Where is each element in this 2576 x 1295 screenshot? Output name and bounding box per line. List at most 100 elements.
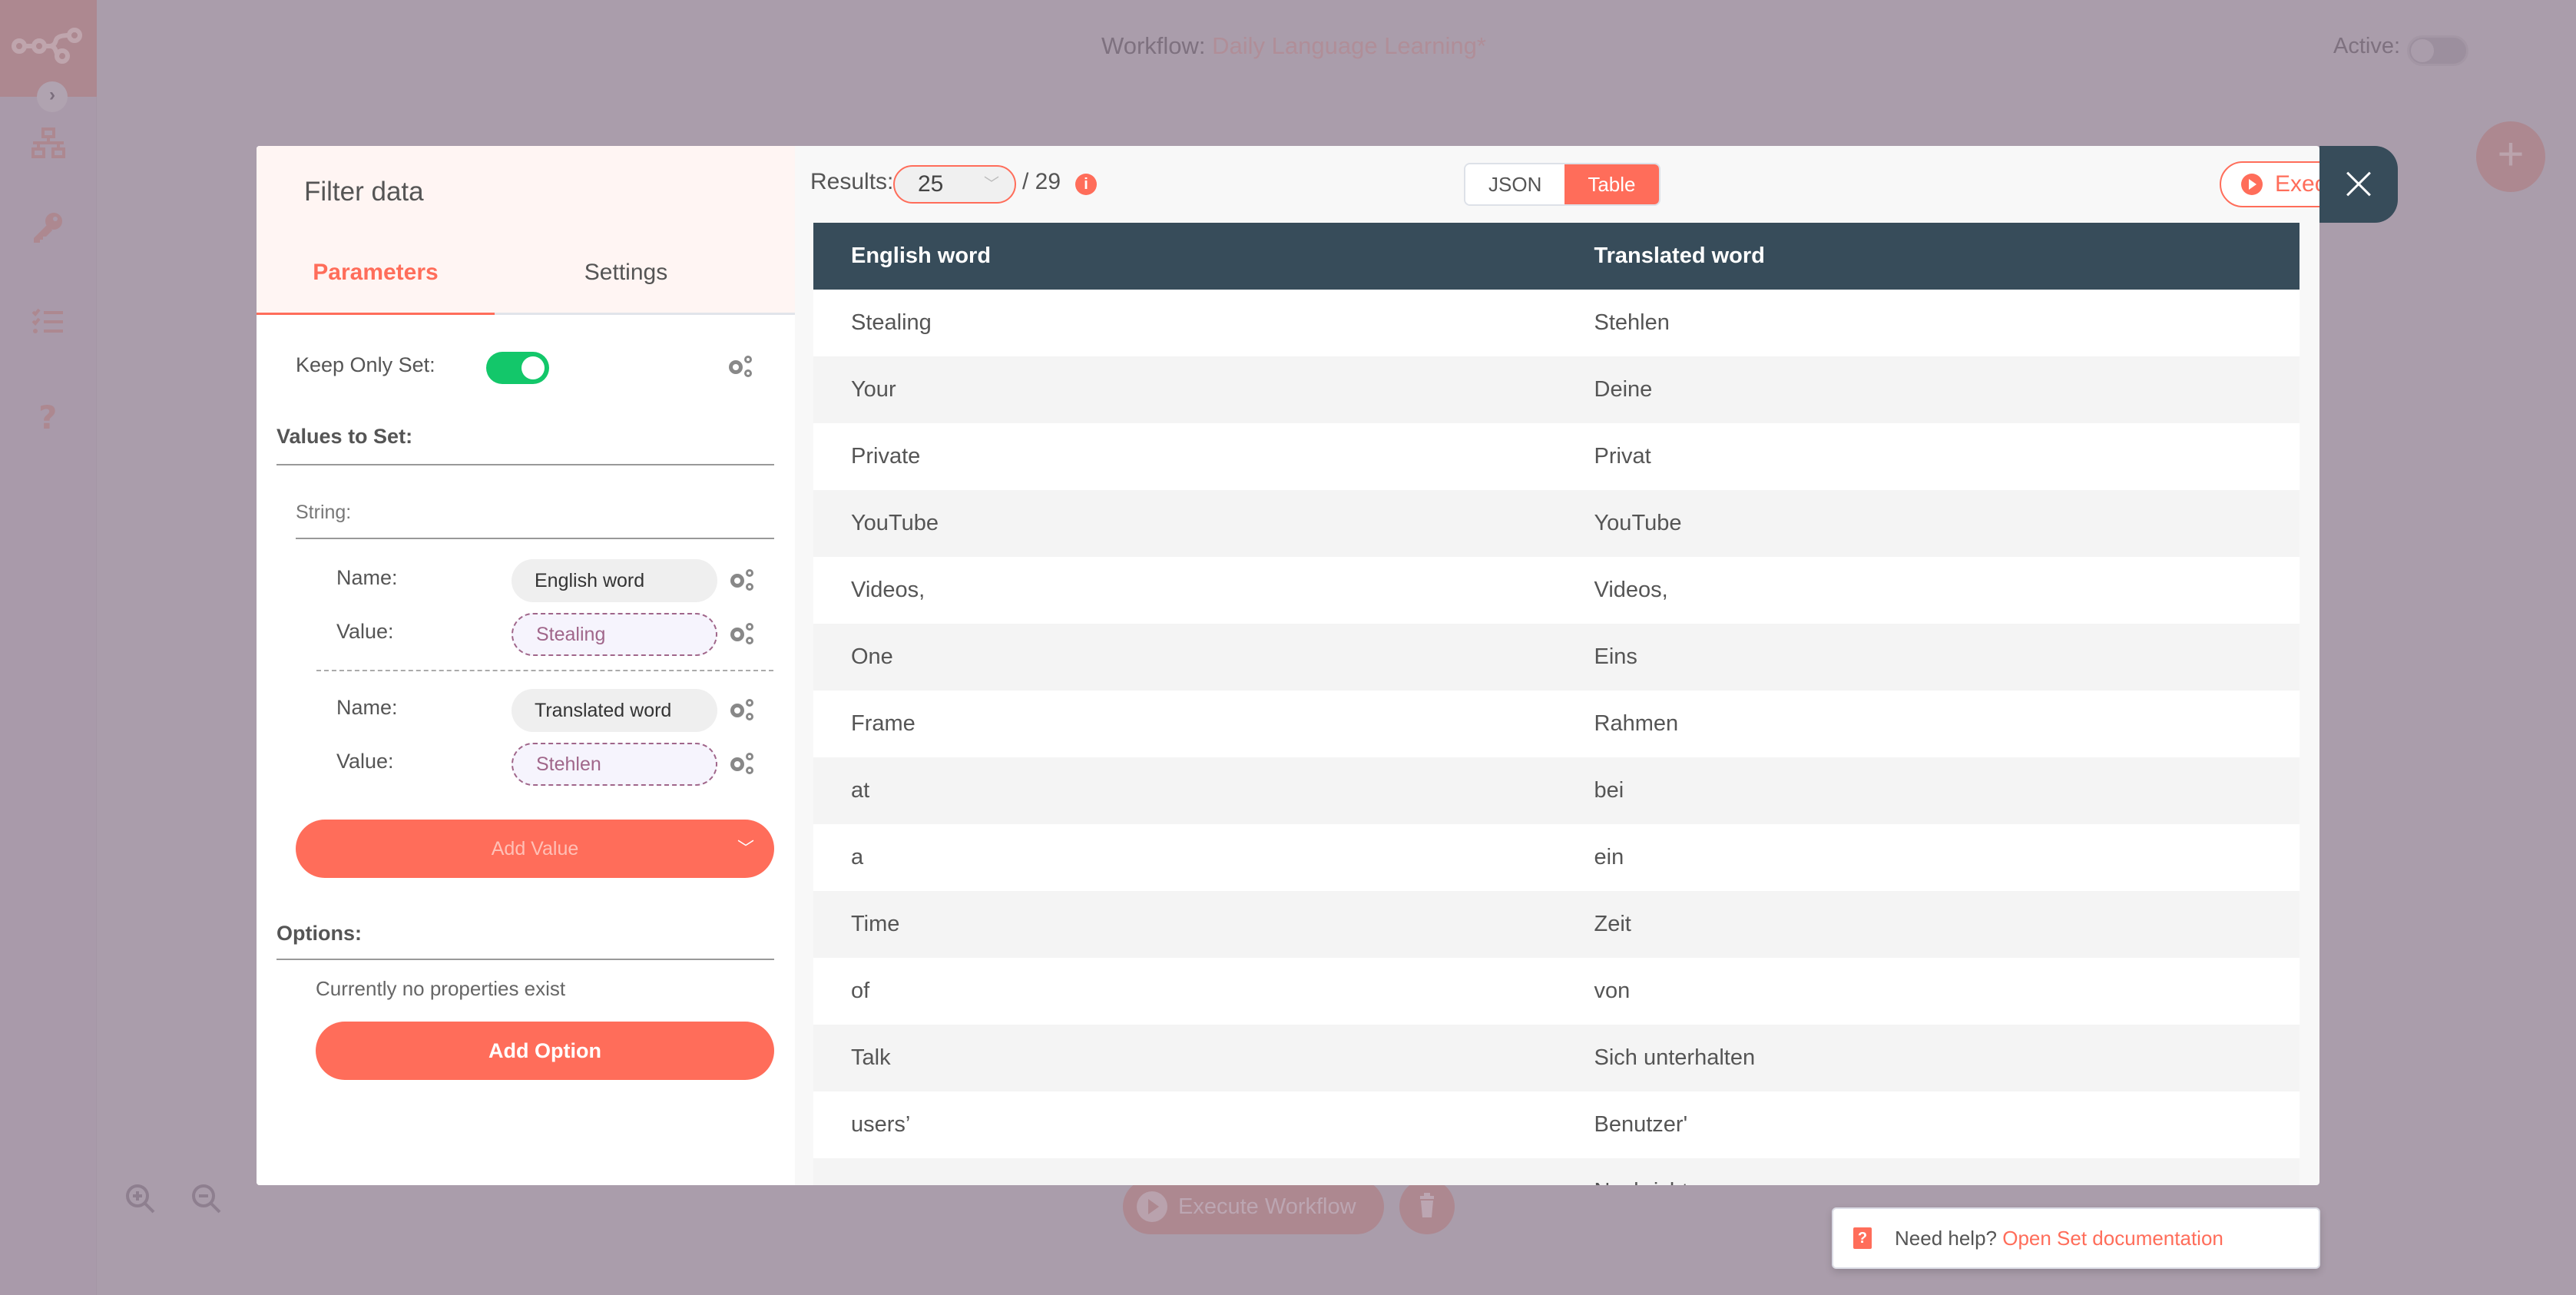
table-row: Nachricht	[813, 1158, 2300, 1185]
results-count-select[interactable]: 25 ﹀	[893, 165, 1016, 204]
execute-workflow-label: Execute Workflow	[1178, 1194, 1356, 1219]
table-row: of von	[813, 958, 2300, 1025]
field-value-label: Value:	[336, 750, 394, 773]
table-row: Frame Rahmen	[813, 691, 2300, 757]
string-label: String:	[296, 502, 352, 523]
gear-icon[interactable]	[727, 695, 756, 724]
table-row: Talk Sich unterhalten	[813, 1025, 2300, 1091]
chevron-down-icon: ﹀	[737, 839, 754, 858]
english-word-cell: Private	[813, 423, 1557, 490]
english-word-cell: Videos,	[813, 557, 1557, 624]
field-name-input[interactable]: English word	[512, 559, 717, 602]
table-row: YouTube YouTube	[813, 490, 2300, 557]
table-row: Stealing Stehlen	[813, 290, 2300, 356]
table-row: Your Deine	[813, 356, 2300, 423]
table-row: at bei	[813, 757, 2300, 824]
plus-icon: +	[2497, 128, 2525, 180]
add-value-button[interactable]: Add Value ﹀	[296, 820, 774, 878]
english-word-cell: at	[813, 757, 1557, 824]
zoom-out-icon[interactable]	[190, 1183, 224, 1217]
translated-word-cell: Nachricht	[1556, 1158, 2300, 1185]
translated-word-cell: von	[1556, 958, 2300, 1025]
english-word-cell	[813, 1158, 1557, 1185]
help-prefix: Need help?	[1895, 1227, 1997, 1250]
question-icon[interactable]: ?	[31, 398, 66, 433]
zoom-in-icon[interactable]	[124, 1183, 158, 1217]
close-modal-button[interactable]	[2319, 146, 2398, 223]
open-documentation-link[interactable]: Open Set documentation	[2002, 1227, 2223, 1250]
english-word-cell: a	[813, 824, 1557, 891]
column-header: English word	[813, 223, 1557, 290]
play-icon	[2241, 174, 2263, 195]
add-node-button[interactable]: +	[2476, 121, 2545, 192]
add-value-label: Add Value	[491, 838, 579, 859]
gear-icon[interactable]	[725, 352, 754, 381]
translated-word-cell: Privat	[1556, 423, 2300, 490]
translated-word-cell: YouTube	[1556, 490, 2300, 557]
translated-word-cell: Stehlen	[1556, 290, 2300, 356]
translated-word-cell: Eins	[1556, 624, 2300, 691]
english-word-cell: Your	[813, 356, 1557, 423]
english-word-cell: users’	[813, 1091, 1557, 1158]
view-json-button[interactable]: JSON	[1465, 164, 1565, 204]
view-mode-toggle: JSON Table	[1464, 163, 1660, 206]
divider	[276, 464, 774, 465]
field-value-expression[interactable]: Stealing	[512, 613, 717, 656]
tab-settings[interactable]: Settings	[507, 246, 745, 315]
table-row: a ein	[813, 824, 2300, 891]
output-table: English word Translated word Stealing Ste…	[813, 223, 2300, 1185]
logo-icon	[12, 28, 82, 64]
tab-parameters[interactable]: Parameters	[257, 246, 495, 315]
active-toggle[interactable]	[2407, 35, 2468, 66]
field-name-label: Name:	[336, 696, 398, 719]
divider	[276, 959, 774, 960]
english-word-cell: YouTube	[813, 490, 1557, 557]
expand-sidebar-button[interactable]: ›	[37, 81, 68, 112]
english-word-cell: One	[813, 624, 1557, 691]
checklist-icon[interactable]	[31, 306, 66, 341]
table-body: Stealing Stehlen Your Deine Private Privat You…	[813, 290, 2300, 1185]
keep-only-set-label: Keep Only Set:	[296, 353, 435, 376]
keep-only-set-toggle[interactable]	[486, 352, 549, 384]
info-icon[interactable]: i	[1075, 174, 1097, 195]
workflow-name[interactable]: Daily Language Learning*	[1212, 32, 1486, 59]
gear-icon[interactable]	[727, 619, 756, 648]
gear-icon[interactable]	[727, 565, 756, 595]
translated-word-cell: Sich unterhalten	[1556, 1025, 2300, 1091]
network-icon[interactable]	[31, 126, 66, 161]
execute-node-button[interactable]: Execute Node	[2220, 161, 2319, 207]
active-label: Active:	[2333, 34, 2401, 58]
help-notice: ? Need help? Open Set documentation	[1832, 1207, 2320, 1269]
delete-button[interactable]	[1399, 1179, 1455, 1234]
execute-workflow-button[interactable]: Execute Workflow	[1123, 1179, 1384, 1234]
translated-word-cell: Deine	[1556, 356, 2300, 423]
table-row: Videos, Videos,	[813, 557, 2300, 624]
play-icon	[1137, 1191, 1167, 1222]
translated-word-cell: Zeit	[1556, 891, 2300, 958]
chevron-right-icon: ›	[49, 84, 55, 105]
key-icon[interactable]	[31, 210, 66, 246]
table-row: users’ Benutzer'	[813, 1091, 2300, 1158]
add-option-button[interactable]: Add Option	[316, 1022, 774, 1080]
workflow-label: Workflow:	[1101, 32, 1206, 59]
table-row: Time Zeit	[813, 891, 2300, 958]
svg-text:?: ?	[38, 399, 57, 433]
divider	[296, 538, 774, 539]
execute-node-label: Execute Node	[2275, 171, 2319, 197]
field-name-input[interactable]: Translated word	[512, 689, 717, 732]
table-row: Private Privat	[813, 423, 2300, 490]
translated-word-cell: bei	[1556, 757, 2300, 824]
field-value-expression[interactable]: Stehlen	[512, 743, 717, 786]
view-table-button[interactable]: Table	[1564, 164, 1659, 204]
table-row: One Eins	[813, 624, 2300, 691]
results-total: / 29	[1022, 169, 1061, 194]
node-title[interactable]: Filter data	[304, 177, 424, 207]
gear-icon[interactable]	[727, 749, 756, 778]
results-selected-value: 25	[918, 171, 944, 197]
translated-word-cell: Rahmen	[1556, 691, 2300, 757]
output-table-container[interactable]: English word Translated word Stealing Ste…	[813, 223, 2300, 1185]
output-panel: Results: 25 ﹀ / 29 i JSON Table Execute …	[795, 146, 2319, 1185]
english-word-cell: Time	[813, 891, 1557, 958]
translated-word-cell: Benutzer'	[1556, 1091, 2300, 1158]
english-word-cell: Talk	[813, 1025, 1557, 1091]
